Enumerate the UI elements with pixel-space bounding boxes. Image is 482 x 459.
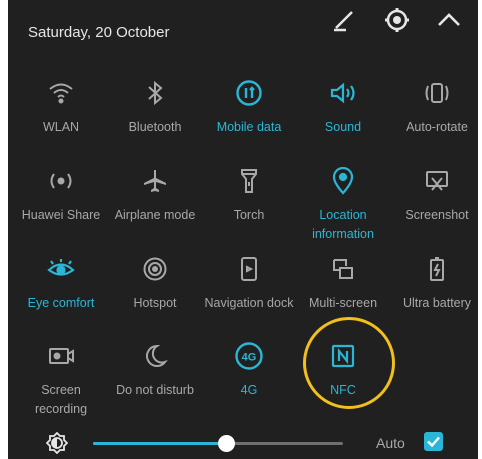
date-label: Saturday, 20 October [28, 24, 170, 41]
highlight-circle [303, 317, 395, 409]
tile-label: Location information [312, 208, 374, 241]
tile-label: Mobile data [216, 120, 282, 134]
tile-label: Screenshot [405, 208, 469, 222]
tile-ultra-battery[interactable]: Ultra battery [390, 254, 478, 313]
tile-label: Airplane mode [114, 208, 196, 222]
tile-label: Huawei Share [21, 208, 101, 222]
screenshot-icon [422, 166, 452, 196]
tile-label: WLAN [42, 120, 80, 134]
tile-label: Ultra battery [402, 296, 472, 310]
tile-label: Sound [324, 120, 362, 134]
tile-label: Navigation dock [204, 296, 294, 310]
mobile-data-icon [234, 78, 264, 108]
tile-screenshot[interactable]: Screenshot [390, 166, 478, 225]
brightness-slider-fill [93, 442, 226, 445]
tile-label: Eye comfort [27, 296, 95, 310]
tile-label: Bluetooth [128, 120, 182, 134]
auto-brightness-label: Auto [376, 435, 405, 451]
tile-eye-comfort[interactable]: Eye comfort [14, 254, 108, 313]
status-bar-fragment [26, 0, 106, 4]
quick-settings-panel: Saturday, 20 October WLAN Bluetooth Mobi… [8, 0, 478, 459]
tile-airplane-mode[interactable]: Airplane mode [108, 166, 202, 225]
tile-label: Multi-screen [308, 296, 378, 310]
tile-label: Auto-rotate [406, 120, 468, 134]
svg-text:4G: 4G [242, 352, 257, 364]
tile-huawei-share[interactable]: Huawei Share [14, 166, 108, 225]
tile-torch[interactable]: Torch [202, 166, 296, 225]
tile-navigation-dock[interactable]: Navigation dock [202, 254, 296, 313]
sound-icon [328, 78, 358, 108]
tile-multi-screen[interactable]: Multi-screen [296, 254, 390, 313]
tile-mobile-data[interactable]: Mobile data [202, 78, 296, 137]
tile-screen-recording[interactable]: Screen recording [14, 341, 108, 419]
tile-location-information[interactable]: Location information [296, 166, 390, 244]
tile-label: Screen recording [34, 383, 88, 416]
torch-icon [234, 166, 264, 196]
tile-label: Torch [233, 208, 265, 222]
ultra-battery-icon [422, 254, 452, 284]
tile-wlan[interactable]: WLAN [14, 78, 108, 137]
tile-label: 4G [240, 383, 258, 397]
huawei-share-icon [46, 166, 76, 196]
bluetooth-icon [140, 78, 170, 108]
auto-brightness-checkbox[interactable] [424, 432, 443, 451]
tile-label: Hotspot [133, 296, 177, 310]
brightness-slider[interactable] [93, 435, 343, 452]
tile-4g[interactable]: 4G 4G [202, 341, 296, 400]
screen-recording-icon [46, 341, 76, 371]
eye-icon [46, 254, 76, 284]
tile-auto-rotate[interactable]: Auto-rotate [390, 78, 478, 137]
tile-hotspot[interactable]: Hotspot [108, 254, 202, 313]
tile-bluetooth[interactable]: Bluetooth [108, 78, 202, 137]
brightness-slider-thumb[interactable] [217, 435, 235, 452]
4g-icon: 4G [234, 341, 264, 371]
location-icon [328, 166, 358, 196]
edit-icon[interactable] [330, 6, 358, 34]
settings-gear-icon[interactable] [383, 6, 411, 34]
brightness-icon [46, 432, 68, 454]
hotspot-icon [140, 254, 170, 284]
multi-screen-icon [328, 254, 358, 284]
wifi-icon [46, 78, 76, 108]
tile-do-not-disturb[interactable]: Do not disturb [108, 341, 202, 400]
auto-rotate-icon [422, 78, 452, 108]
moon-icon [140, 341, 170, 371]
collapse-chevron-icon[interactable] [435, 6, 463, 34]
tile-sound[interactable]: Sound [296, 78, 390, 137]
airplane-icon [140, 166, 170, 196]
tile-label: Do not disturb [116, 383, 194, 397]
navigation-dock-icon [234, 254, 264, 284]
